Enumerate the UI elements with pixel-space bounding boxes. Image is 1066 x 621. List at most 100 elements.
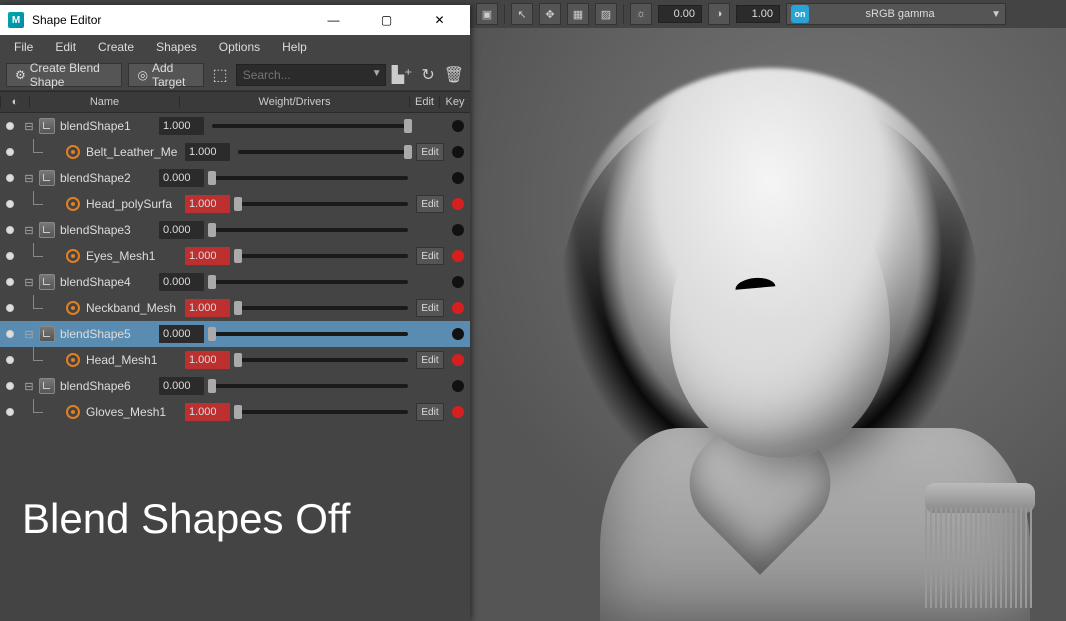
keyframe-dot[interactable] bbox=[452, 172, 464, 184]
row-name[interactable]: Gloves_Mesh1 bbox=[86, 405, 181, 419]
weight-slider[interactable] bbox=[212, 117, 408, 135]
row-name[interactable]: blendShape4 bbox=[60, 275, 155, 289]
weight-value[interactable]: 1.000 bbox=[185, 403, 230, 421]
weight-value[interactable]: 1.000 bbox=[185, 143, 230, 161]
row-name[interactable]: blendShape6 bbox=[60, 379, 155, 393]
visibility-toggle[interactable] bbox=[0, 304, 20, 312]
keyframe-dot[interactable] bbox=[452, 198, 464, 210]
target-row[interactable]: Eyes_Mesh11.000Edit bbox=[0, 243, 470, 269]
viewport[interactable] bbox=[470, 28, 1066, 621]
row-name[interactable]: Head_polySurfa bbox=[86, 197, 181, 211]
weight-value[interactable]: 0.000 bbox=[159, 169, 204, 187]
weight-value[interactable]: 1.000 bbox=[185, 299, 230, 317]
keyframe-dot[interactable] bbox=[452, 406, 464, 418]
keyframe-dot[interactable] bbox=[452, 354, 464, 366]
collapse-icon[interactable]: ⊟ bbox=[24, 328, 34, 341]
keyframe-dot[interactable] bbox=[452, 328, 464, 340]
row-name[interactable]: Belt_Leather_Me bbox=[86, 145, 181, 159]
weight-slider[interactable] bbox=[238, 195, 408, 213]
row-name[interactable]: blendShape3 bbox=[60, 223, 155, 237]
edit-button[interactable]: Edit bbox=[416, 351, 444, 369]
move-tool-icon[interactable]: ✥ bbox=[539, 3, 561, 25]
collapse-icon[interactable]: ⊟ bbox=[24, 380, 34, 393]
collapse-icon[interactable]: ⊟ bbox=[24, 120, 34, 133]
gamma-icon[interactable]: ◑ bbox=[708, 3, 730, 25]
new-group-icon[interactable]: ▙⁺ bbox=[392, 63, 413, 87]
row-name[interactable]: Eyes_Mesh1 bbox=[86, 249, 181, 263]
weight-value[interactable]: 0.000 bbox=[159, 221, 204, 239]
titlebar[interactable]: M Shape Editor — ▢ ✕ bbox=[0, 5, 470, 35]
add-target-button[interactable]: ◎ Add Target bbox=[128, 63, 204, 87]
selection-icon[interactable]: ⬚ bbox=[210, 63, 229, 87]
weight-header[interactable]: Weight/Drivers bbox=[180, 96, 410, 108]
target-row[interactable]: Belt_Leather_Me1.000Edit bbox=[0, 139, 470, 165]
row-name[interactable]: Neckband_Mesh bbox=[86, 301, 181, 315]
blend-shape-row[interactable]: ⊟ blendShape4 0.000 bbox=[0, 269, 470, 295]
exposure-field[interactable]: 0.00 bbox=[658, 5, 702, 23]
close-button[interactable]: ✕ bbox=[417, 5, 462, 35]
refresh-icon[interactable]: ↻ bbox=[418, 63, 437, 87]
weight-slider[interactable] bbox=[212, 273, 408, 291]
collapse-icon[interactable]: ⊟ bbox=[24, 224, 34, 237]
visibility-toggle[interactable] bbox=[0, 356, 20, 364]
keyframe-dot[interactable] bbox=[452, 276, 464, 288]
blend-shape-row[interactable]: ⊟ blendShape5 0.000 bbox=[0, 321, 470, 347]
visibility-toggle[interactable] bbox=[0, 148, 20, 156]
weight-slider[interactable] bbox=[212, 377, 408, 395]
target-row[interactable]: Head_polySurfa1.000Edit bbox=[0, 191, 470, 217]
menu-item[interactable]: File bbox=[4, 38, 43, 56]
menu-item[interactable]: Help bbox=[272, 38, 317, 56]
weight-slider[interactable] bbox=[212, 221, 408, 239]
weight-slider[interactable] bbox=[238, 403, 408, 421]
keyframe-dot[interactable] bbox=[452, 146, 464, 158]
grid-icon[interactable]: ▨ bbox=[595, 3, 617, 25]
exposure-icon[interactable]: ☼ bbox=[630, 3, 652, 25]
row-name[interactable]: blendShape5 bbox=[60, 327, 155, 341]
keyframe-dot[interactable] bbox=[452, 380, 464, 392]
blend-shape-row[interactable]: ⊟ blendShape2 0.000 bbox=[0, 165, 470, 191]
target-row[interactable]: Neckband_Mesh 1.000 Edit bbox=[0, 295, 470, 321]
keyframe-dot[interactable] bbox=[452, 302, 464, 314]
menu-item[interactable]: Shapes bbox=[146, 38, 207, 56]
target-row[interactable]: Head_Mesh11.000Edit bbox=[0, 347, 470, 373]
create-blend-shape-button[interactable]: ⚙ Create Blend Shape bbox=[6, 63, 122, 87]
visibility-toggle[interactable] bbox=[0, 122, 20, 130]
menu-item[interactable]: Edit bbox=[45, 38, 86, 56]
visibility-toggle[interactable] bbox=[0, 382, 20, 390]
row-name[interactable]: blendShape2 bbox=[60, 171, 155, 185]
weight-slider[interactable] bbox=[212, 325, 408, 343]
keyframe-dot[interactable] bbox=[452, 224, 464, 236]
weight-value[interactable]: 1.000 bbox=[185, 195, 230, 213]
minimize-button[interactable]: — bbox=[311, 5, 356, 35]
visibility-toggle[interactable] bbox=[0, 252, 20, 260]
visibility-toggle[interactable] bbox=[0, 226, 20, 234]
visibility-toggle[interactable] bbox=[0, 330, 20, 338]
name-header[interactable]: Name bbox=[30, 96, 180, 108]
snap-icon[interactable]: ▦ bbox=[567, 3, 589, 25]
row-name[interactable]: blendShape1 bbox=[60, 119, 155, 133]
edit-button[interactable]: Edit bbox=[416, 403, 444, 421]
row-name[interactable]: Head_Mesh1 bbox=[86, 353, 181, 367]
keyframe-dot[interactable] bbox=[452, 120, 464, 132]
camera-icon[interactable]: ▣ bbox=[476, 3, 498, 25]
blend-shape-row[interactable]: ⊟blendShape11.000 bbox=[0, 113, 470, 139]
weight-value[interactable]: 0.000 bbox=[159, 377, 204, 395]
weight-slider[interactable] bbox=[238, 299, 408, 317]
collapse-icon[interactable]: ⊟ bbox=[24, 276, 34, 289]
visibility-header-icon[interactable]: ◐ bbox=[0, 96, 30, 108]
select-tool-icon[interactable]: ↖ bbox=[511, 3, 533, 25]
blend-shape-row[interactable]: ⊟ blendShape3 0.000 bbox=[0, 217, 470, 243]
edit-button[interactable]: Edit bbox=[416, 247, 444, 265]
gamma-field[interactable]: 1.00 bbox=[736, 5, 780, 23]
weight-value[interactable]: 0.000 bbox=[159, 325, 204, 343]
blend-shape-row[interactable]: ⊟ blendShape6 0.000 bbox=[0, 373, 470, 399]
collapse-icon[interactable]: ⊟ bbox=[24, 172, 34, 185]
target-row[interactable]: Gloves_Mesh1 1.000 Edit bbox=[0, 399, 470, 425]
weight-value[interactable]: 0.000 bbox=[159, 273, 204, 291]
menu-item[interactable]: Options bbox=[209, 38, 270, 56]
edit-button[interactable]: Edit bbox=[416, 299, 444, 317]
weight-slider[interactable] bbox=[212, 169, 408, 187]
weight-slider[interactable] bbox=[238, 143, 408, 161]
colorspace-dropdown[interactable]: on sRGB gamma ▼ bbox=[786, 3, 1006, 25]
visibility-toggle[interactable] bbox=[0, 174, 20, 182]
